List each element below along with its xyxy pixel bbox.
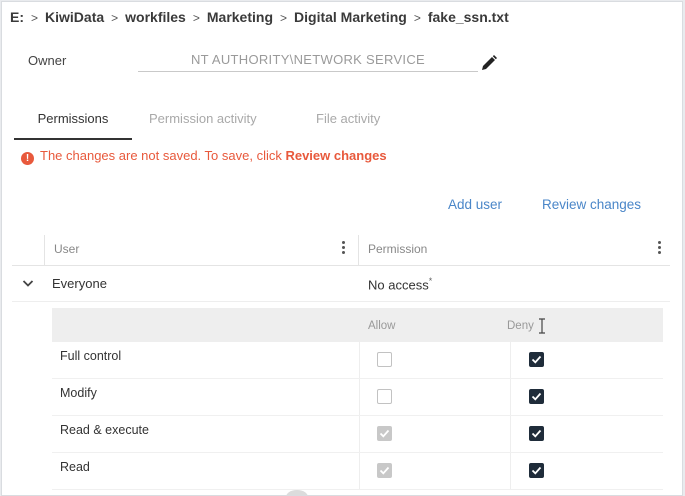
allow-checkbox (377, 426, 392, 441)
grid-header: User Permission (12, 233, 670, 266)
table-row[interactable]: Everyone No access* (12, 267, 670, 302)
add-user-button[interactable]: Add user (448, 197, 502, 212)
row-permission-value: No access* (368, 276, 432, 292)
column-divider (510, 379, 511, 415)
column-divider (359, 453, 360, 489)
breadcrumb-drive[interactable]: E: (10, 9, 24, 25)
allow-checkbox[interactable] (377, 352, 392, 367)
deny-checkbox[interactable] (529, 389, 544, 404)
breadcrumb-separator: > (31, 11, 39, 25)
checkmark-icon (531, 466, 542, 475)
permissions-detail-header: Allow Deny (52, 308, 663, 342)
checkmark-icon (531, 355, 542, 364)
tab-permission-activity[interactable]: Permission activity (149, 104, 257, 138)
breadcrumb-marketing[interactable]: Marketing (207, 9, 273, 25)
permission-row-read: Read (52, 453, 663, 490)
checkmark-icon (531, 429, 542, 438)
warning-review-changes-link[interactable]: Review changes (285, 148, 386, 163)
column-header-user[interactable]: User (54, 242, 79, 256)
allow-checkbox (377, 463, 392, 478)
permission-row-read-execute: Read & execute (52, 416, 663, 453)
warning-text: The changes are not saved. To save, clic… (40, 148, 286, 163)
permissions-detail-table: Allow Deny Full control Modify Read & ex… (52, 308, 663, 490)
breadcrumb-separator: > (280, 11, 288, 25)
breadcrumb-digital-marketing[interactable]: Digital Marketing (294, 9, 407, 25)
owner-label: Owner (28, 53, 67, 68)
pencil-icon[interactable] (480, 54, 498, 72)
tab-file-activity[interactable]: File activity (316, 104, 380, 138)
permission-text: No access (368, 277, 429, 293)
kebab-menu-icon[interactable] (654, 241, 664, 257)
allow-checkbox[interactable] (377, 389, 392, 404)
breadcrumb-separator: > (413, 11, 421, 25)
checkmark-icon (379, 429, 390, 438)
column-divider (359, 416, 360, 452)
breadcrumb-current-file: fake_ssn.txt (427, 9, 509, 25)
column-divider (510, 416, 511, 452)
column-header-allow: Allow (368, 320, 396, 332)
checkmark-icon (379, 466, 390, 475)
column-divider (359, 379, 360, 415)
permission-row-full-control: Full control (52, 342, 663, 379)
breadcrumb-workfiles[interactable]: workfiles (125, 9, 186, 25)
breadcrumb-separator: > (192, 11, 200, 25)
column-header-permission[interactable]: Permission (368, 242, 427, 256)
unsaved-changes-warning: ! The changes are not saved. To save, cli… (21, 148, 387, 165)
chevron-down-icon[interactable] (22, 278, 34, 288)
checkmark-icon (531, 392, 542, 401)
permission-name: Read (60, 460, 90, 474)
deny-checkbox[interactable] (529, 352, 544, 367)
permission-row-modify: Modify (52, 379, 663, 416)
modified-marker: * (428, 276, 433, 286)
permission-name: Full control (60, 349, 122, 363)
row-user-name: Everyone (52, 276, 107, 291)
column-divider (44, 235, 45, 265)
permission-name: Modify (60, 386, 97, 400)
owner-field[interactable] (138, 48, 478, 72)
deny-checkbox[interactable] (529, 426, 544, 441)
kebab-menu-icon[interactable] (338, 241, 348, 257)
permissions-panel: E: > KiwiData > workfiles > Marketing > Digital … (1, 1, 683, 496)
review-changes-button[interactable]: Review changes (542, 197, 641, 212)
column-divider[interactable] (358, 235, 359, 265)
column-divider (510, 342, 511, 378)
column-header-deny: Deny (507, 320, 534, 332)
tab-permissions[interactable]: Permissions (14, 104, 132, 140)
breadcrumb-separator: > (111, 11, 119, 25)
breadcrumb: E: > KiwiData > workfiles > Marketing > Digital … (10, 9, 509, 25)
scroll-handle[interactable] (286, 490, 308, 495)
warning-icon: ! (21, 152, 34, 165)
text-cursor-icon (539, 318, 545, 334)
permission-name: Read & execute (60, 423, 149, 437)
deny-checkbox[interactable] (529, 463, 544, 478)
column-divider (359, 342, 360, 378)
breadcrumb-kiwidata[interactable]: KiwiData (45, 9, 104, 25)
column-divider (510, 453, 511, 489)
